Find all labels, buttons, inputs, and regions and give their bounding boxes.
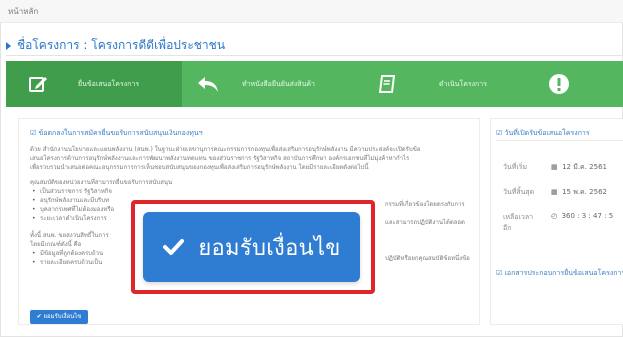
start-date-value: ▦ 12 มี.ค. 2561 xyxy=(551,162,607,173)
tab-alert[interactable] xyxy=(539,61,623,107)
book-icon xyxy=(367,74,407,94)
page-title-text: ชื่อโครงการ : โครงการดีดีเพื่อประชาชน xyxy=(17,38,226,52)
closing-text-right: ปฏิบัติหรือยกคุณสมบัติข้อหนึ่งข้อ xyxy=(385,255,470,262)
list-item: เป็นส่วนราชการ รัฐวิสาหกิจ xyxy=(30,187,470,196)
tab-confirm-delivery[interactable]: ทำหนังสือยืนยันส่งสินค้า xyxy=(182,61,367,107)
time-left-row: เหลือเวลา อีก ◴ 360 : 3 : 47 : 5 xyxy=(503,212,613,234)
terms-heading: ☑ ข้อตกลงในการสมัครยื่นขอรับการสนับสนุนเ… xyxy=(30,129,203,137)
documents-link-text: เอกสารประกอบการยื่นข้อเสนอโครงการ xyxy=(504,269,623,277)
start-date-row: วันที่เริ่ม ▦ 12 มี.ค. 2561 xyxy=(503,162,607,173)
title-divider xyxy=(6,55,623,56)
terms-paragraph-3: เพื่อรวบรวมนำเสนอต่อคณะอนุกรรมการการเห็น… xyxy=(30,164,369,171)
time-left-text: 360 : 3 : 47 : 5 xyxy=(561,212,614,220)
list-item: และสามารถปฏิบัติงานได้ตลอด xyxy=(385,219,465,226)
calendar-icon: ▦ xyxy=(551,188,558,196)
tab-run-project[interactable]: ดำเนินโครงการ xyxy=(367,61,539,107)
tab-run-project-label: ดำเนินโครงการ xyxy=(439,79,487,88)
terms-paragraph-2: เสนอโครงการด้านการอนุรักษ์พลังงานและการพ… xyxy=(30,155,410,162)
accept-terms-label: ยอมรับเงื่อนไข xyxy=(198,235,341,261)
accept-button-small-label: ยอมรับเงื่อนไข xyxy=(43,313,82,320)
sidebar-divider xyxy=(496,140,623,141)
end-date-row: วันที่สิ้นสุด ▦ 15 พ.ค. 2562 xyxy=(503,187,607,198)
exclamation-icon xyxy=(539,73,579,95)
time-left-label: เหลือเวลา อีก xyxy=(503,213,534,232)
clock-icon: ◴ xyxy=(551,212,558,220)
time-left-value: ◴ 360 : 3 : 47 : 5 xyxy=(551,212,613,220)
terms-heading-text: ข้อตกลงในการสมัครยื่นขอรับการสนับสนุนเงิ… xyxy=(38,129,203,137)
start-date-text: 12 มี.ค. 2561 xyxy=(562,163,607,171)
start-date-label: วันที่เริ่ม xyxy=(503,163,528,171)
sidebar-heading-text: วันที่เปิดรับข้อเสนอโครงการ xyxy=(504,129,590,137)
sidebar-heading: ☑ วันที่เปิดรับข้อเสนอโครงการ xyxy=(496,129,590,137)
list-item: กรรมที่เกี่ยวข้องโดยตรงกับการ xyxy=(385,201,465,208)
documents-link[interactable]: ☑ เอกสารประกอบการยื่นข้อเสนอโครงการ xyxy=(496,268,623,279)
step-toolbar: ยื่นข้อเสนอโครงการ ทำหนังสือยืนยันส่งสิน… xyxy=(6,61,623,107)
calendar-icon: ▦ xyxy=(551,163,558,171)
checkmark-icon xyxy=(162,236,185,258)
breadcrumb-bar: หน้าหลัก xyxy=(0,0,623,23)
accept-terms-button[interactable]: ยอมรับเงื่อนไข xyxy=(143,212,360,282)
tab-submit-proposal-label: ยื่นข้อเสนอโครงการ xyxy=(78,79,140,88)
end-date-value: ▦ 15 พ.ค. 2562 xyxy=(551,187,607,198)
accept-button-small[interactable]: ✔ ยอมรับเงื่อนไข xyxy=(30,310,88,324)
caret-right-icon xyxy=(6,41,11,50)
end-date-label: วันที่สิ้นสุด xyxy=(503,188,535,196)
reply-arrow-icon xyxy=(188,74,228,94)
tab-submit-proposal[interactable]: ยื่นข้อเสนอโครงการ xyxy=(6,61,182,107)
breadcrumb-home[interactable]: หน้าหลัก xyxy=(8,5,38,18)
tab-confirm-delivery-label: ทำหนังสือยืนยันส่งสินค้า xyxy=(242,79,315,88)
edit-icon xyxy=(18,74,58,94)
terms-paragraph-1: ด้วย สำนักงานนโยบายและแผนพลังงาน (สนพ.) … xyxy=(30,146,421,153)
end-date-text: 15 พ.ค. 2562 xyxy=(562,188,607,196)
page-title: ชื่อโครงการ : โครงการดีดีเพื่อประชาชน xyxy=(6,36,225,55)
qualifications-title: คุณสมบัติของหน่วยงานที่สามารถยื่นขอรับกา… xyxy=(30,179,173,186)
